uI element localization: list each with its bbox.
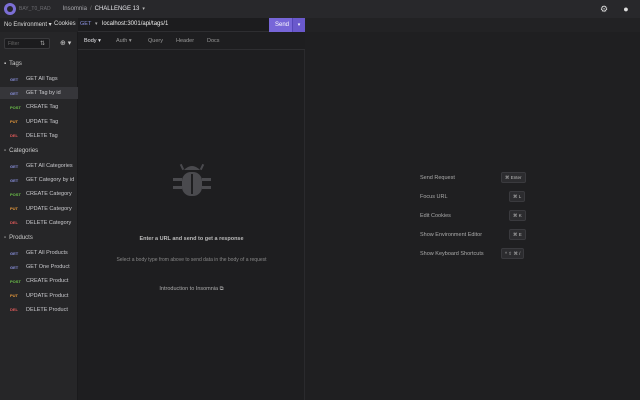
empty-state-subtitle: Select a body type from above to send da…	[116, 257, 267, 263]
environment-selector[interactable]: No Environment ▾	[4, 21, 52, 28]
intro-link[interactable]: Introduction to Insomnia ⧉	[78, 286, 305, 293]
request-item[interactable]: GET GET All Categories	[0, 160, 78, 172]
request-method-badge: POST	[10, 191, 21, 197]
request-name: UPDATE Tag	[26, 118, 59, 125]
folder-label: Tags	[9, 61, 22, 67]
sort-icon[interactable]: ⇅	[40, 40, 45, 47]
folder-2[interactable]: ▫ Products	[4, 235, 33, 241]
request-item[interactable]: GET GET Category by id	[0, 174, 78, 186]
external-link-icon: ⧉	[219, 286, 224, 292]
request-method-badge: DEL	[10, 133, 18, 139]
request-method-badge: PUT	[10, 293, 18, 299]
folder-icon: ▫	[4, 148, 7, 154]
request-method-badge: POST	[10, 104, 21, 110]
breadcrumb-separator: /	[89, 6, 92, 12]
request-item[interactable]: POST CREATE Category	[0, 188, 78, 200]
folder-0[interactable]: ▪ Tags	[4, 61, 22, 67]
request-name: UPDATE Category	[26, 205, 72, 212]
request-name: UPDATE Product	[26, 292, 69, 299]
shortcut-key: ⌘ L	[509, 191, 526, 202]
shortcut-label: Focus URL	[420, 194, 448, 200]
insomnia-logo[interactable]	[4, 3, 16, 15]
request-item[interactable]: POST CREATE Product	[0, 275, 78, 287]
response-pane: Send Request ⌘ Enter Focus URL ⌘ L Edit Cook…	[305, 32, 640, 400]
tab-body[interactable]: Body ▾	[84, 38, 101, 44]
brand-subtitle: BAY_T0_RAD	[19, 6, 51, 12]
request-item[interactable]: DEL DELETE Category	[0, 217, 78, 229]
request-name: DELETE Product	[26, 306, 68, 313]
request-name: DELETE Tag	[26, 132, 58, 139]
folder-icon: ▫	[4, 235, 7, 241]
shortcut-key: ⌘ Enter	[501, 172, 526, 183]
request-name: CREATE Product	[26, 278, 69, 285]
request-tabs: Body ▾ Auth ▾ Query Header Docs	[78, 32, 305, 50]
request-item[interactable]: GET GET All Products	[0, 247, 78, 259]
request-method-badge: GET	[10, 264, 19, 270]
empty-state-title: Enter a URL and send to get a response	[139, 236, 244, 242]
shortcut-label: Show Keyboard Shortcuts	[420, 251, 484, 257]
tab-docs[interactable]: Docs	[207, 38, 220, 44]
request-method-badge: GET	[10, 76, 19, 82]
request-method-badge: DEL	[10, 307, 18, 313]
folder-label: Products	[9, 235, 33, 241]
request-item[interactable]: GET GET All Tags	[0, 73, 78, 85]
request-method-badge: DEL	[10, 220, 18, 226]
request-name: CREATE Tag	[26, 104, 59, 111]
request-item[interactable]: PUT UPDATE Category	[0, 203, 78, 215]
chevron-down-icon[interactable]: ▾	[142, 6, 145, 12]
add-request-icon[interactable]: ⊕ ▾	[60, 39, 71, 47]
request-name: GET All Tags	[26, 76, 58, 82]
request-item[interactable]: POST CREATE Tag	[0, 101, 78, 113]
request-method-badge: GET	[10, 250, 19, 256]
request-name: CREATE Category	[26, 191, 72, 198]
title-bar: BAY_T0_RAD Insomnia / CHALLENGE 13 ▾ ⚙ ●	[0, 0, 640, 18]
request-item[interactable]: DEL DELETE Product	[0, 304, 78, 316]
folder-label: Categories	[9, 148, 39, 154]
request-method-badge: PUT	[10, 119, 18, 125]
breadcrumb-workspace[interactable]: CHALLENGE 13	[95, 6, 140, 12]
request-item[interactable]: GET GET One Product	[0, 261, 78, 273]
folder-icon: ▪	[4, 61, 7, 67]
folder-1[interactable]: ▫ Categories	[4, 148, 38, 154]
request-pane: Enter a URL and send to get a response S…	[78, 50, 305, 400]
request-method-badge: PUT	[10, 206, 18, 212]
request-method-badge: GET	[10, 163, 19, 169]
request-item[interactable]: PUT UPDATE Tag	[0, 116, 78, 128]
shortcut-key: ⌘ K	[509, 210, 526, 221]
request-name: GET All Categories	[26, 163, 73, 169]
request-name: GET All Products	[26, 250, 68, 256]
request-name: GET Category by id	[26, 177, 75, 184]
request-item[interactable]: PUT UPDATE Product	[0, 290, 78, 302]
account-icon[interactable]: ●	[620, 3, 632, 15]
request-name: GET One Product	[26, 264, 70, 271]
cookies-button[interactable]: Cookies	[54, 21, 76, 27]
shortcut-label: Edit Cookies	[420, 213, 451, 219]
request-name: GET Tag by id	[26, 90, 61, 97]
shortcut-key: ⌘ E	[509, 229, 526, 240]
tab-header[interactable]: Header	[176, 38, 194, 44]
intro-link-label[interactable]: Introduction to Insomnia	[159, 286, 218, 292]
request-item[interactable]: GET GET Tag by id	[0, 87, 78, 100]
request-method-badge: GET	[10, 90, 19, 96]
method-selector[interactable]: GET	[80, 21, 91, 27]
request-method-badge: GET	[10, 177, 19, 183]
request-method-badge: POST	[10, 278, 21, 284]
sidebar: Filter ⇅ ⊕ ▾ ▪ Tags GET GET All Tags GET GET …	[0, 32, 78, 400]
breadcrumb-root[interactable]: Insomnia	[63, 6, 87, 12]
shortcut-label: Send Request	[420, 175, 455, 181]
url-input[interactable]: localhost:3001/api/tags/1	[102, 21, 168, 27]
shortcut-key: ^ ⇧ ⌘ /	[501, 248, 525, 259]
tab-auth[interactable]: Auth ▾	[116, 38, 132, 44]
request-item[interactable]: DEL DELETE Tag	[0, 130, 78, 142]
request-name: DELETE Category	[26, 219, 72, 226]
settings-gear-icon[interactable]: ⚙	[598, 3, 610, 15]
bug-icon	[173, 163, 211, 196]
tab-query[interactable]: Query	[148, 38, 163, 44]
shortcut-label: Show Environment Editor	[420, 232, 483, 238]
chevron-down-icon[interactable]: ▾	[95, 21, 98, 27]
send-options-button[interactable]: ▾	[292, 18, 305, 32]
